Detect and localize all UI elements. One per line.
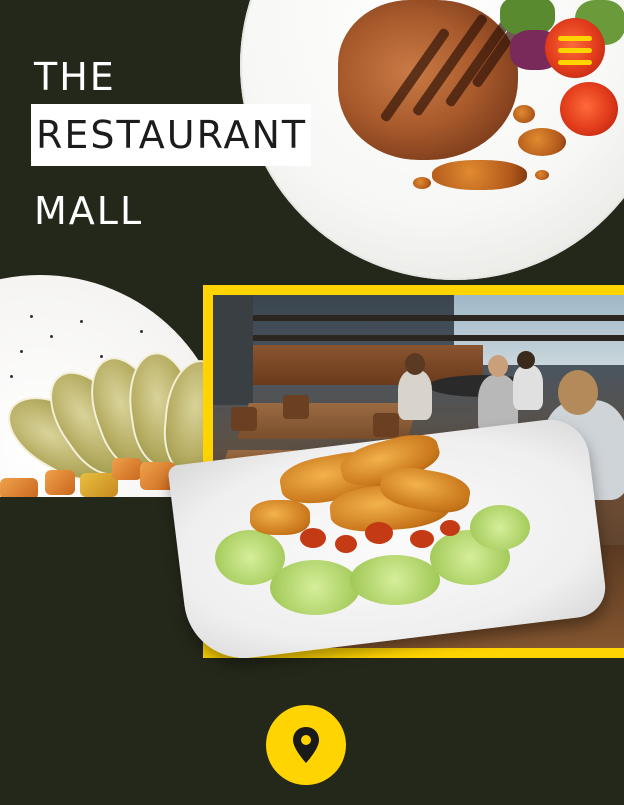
menu-button[interactable] [545,20,605,80]
location-button[interactable] [266,705,346,785]
title-line-the: THE [34,55,116,99]
title-line-restaurant: RESTAURANT [31,104,312,166]
map-pin-icon [293,727,319,763]
page: THE RESTAURANT MALL [0,0,624,805]
hamburger-menu-icon-bar [558,47,592,53]
hamburger-menu-icon [558,35,592,41]
hamburger-menu-icon-bar [558,59,592,65]
title-line-mall: MALL [34,189,144,233]
